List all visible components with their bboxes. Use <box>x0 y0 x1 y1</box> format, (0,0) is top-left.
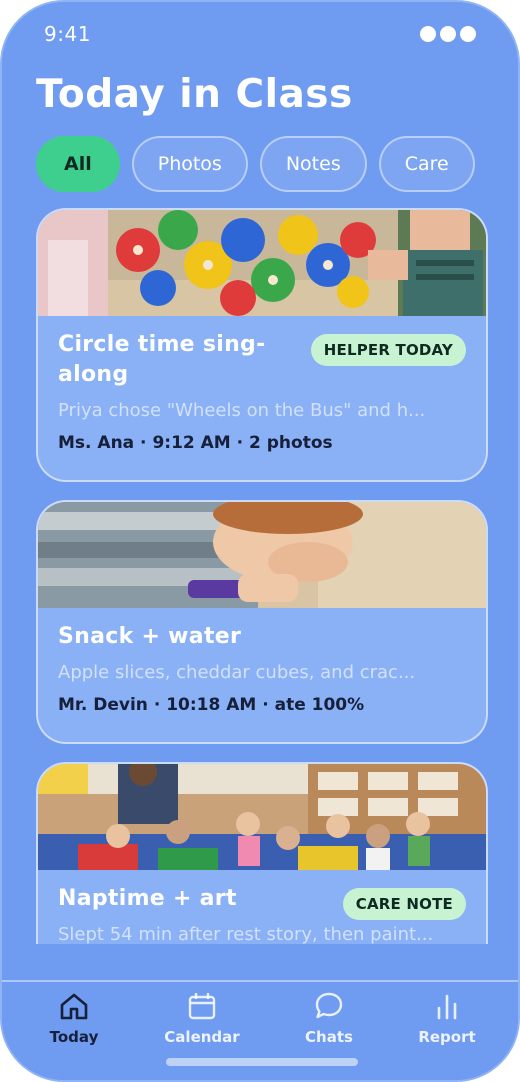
feed-card-snack[interactable]: Snack + water Apple slices, cheddar cube… <box>36 500 488 744</box>
home-icon <box>60 993 88 1020</box>
status-time: 9:41 <box>44 22 91 46</box>
card-preview: Slept 54 min after rest story, then pain… <box>58 924 434 944</box>
card-preview: Apple slices, cheddar cubes, and crac... <box>58 662 416 683</box>
feed-card-circle-time[interactable]: Circle time sing-along HELPER TODAY Priy… <box>36 208 488 482</box>
card-title: Snack + water <box>58 624 242 649</box>
filter-chip-notes[interactable]: Notes <box>259 136 367 192</box>
status-indicators <box>420 26 476 42</box>
bar-chart-icon <box>437 994 457 1020</box>
home-indicator[interactable] <box>166 1058 358 1066</box>
status-dot-icon <box>420 26 436 42</box>
tab-label: Today <box>49 1028 99 1046</box>
filter-chip-all[interactable]: All <box>36 136 120 192</box>
activity-feed[interactable]: Circle time sing-along HELPER TODAY Priy… <box>36 208 488 944</box>
tab-label: Chats <box>305 1028 353 1046</box>
status-bar: 9:41 <box>2 2 518 66</box>
card-photo <box>38 764 486 870</box>
card-meta: Mr. Devin · 10:18 AM · ate 100% <box>58 695 365 715</box>
care-note-badge: CARE NOTE <box>342 888 466 920</box>
tab-calendar[interactable]: Calendar <box>152 990 252 1054</box>
card-preview: Priya chose "Wheels on the Bus" and h... <box>58 400 426 421</box>
tab-chats[interactable]: Chats <box>279 990 379 1054</box>
tab-bar: Today Calendar Chats Report <box>2 980 518 1080</box>
helper-today-badge: HELPER TODAY <box>310 334 466 366</box>
classroom-toys-photo <box>38 210 486 316</box>
status-dot-icon <box>440 26 456 42</box>
card-title: Circle time sing-along <box>58 332 266 387</box>
classroom-circle-photo <box>38 764 486 870</box>
feed-card-naptime[interactable]: Naptime + art CARE NOTE Slept 54 min aft… <box>36 762 488 944</box>
filter-chip-photos[interactable]: Photos <box>131 136 248 192</box>
tab-label: Calendar <box>164 1028 240 1046</box>
tab-report[interactable]: Report <box>397 990 497 1054</box>
status-dot-icon <box>460 26 476 42</box>
page-title: Today in Class <box>36 72 353 117</box>
calendar-icon <box>188 993 216 1020</box>
tab-label: Report <box>418 1028 476 1046</box>
chat-bubble-icon <box>315 992 343 1019</box>
phone-screen: 9:41 Today in Class All Photos Notes Car… <box>0 0 520 1082</box>
card-photo <box>38 502 486 608</box>
filter-chip-care[interactable]: Care <box>378 136 475 192</box>
card-meta: Ms. Ana · 9:12 AM · 2 photos <box>58 433 333 453</box>
card-photo <box>38 210 486 316</box>
tab-today[interactable]: Today <box>24 990 124 1054</box>
filter-chips: All Photos Notes Care <box>36 136 475 192</box>
child-drawing-photo <box>38 502 486 608</box>
